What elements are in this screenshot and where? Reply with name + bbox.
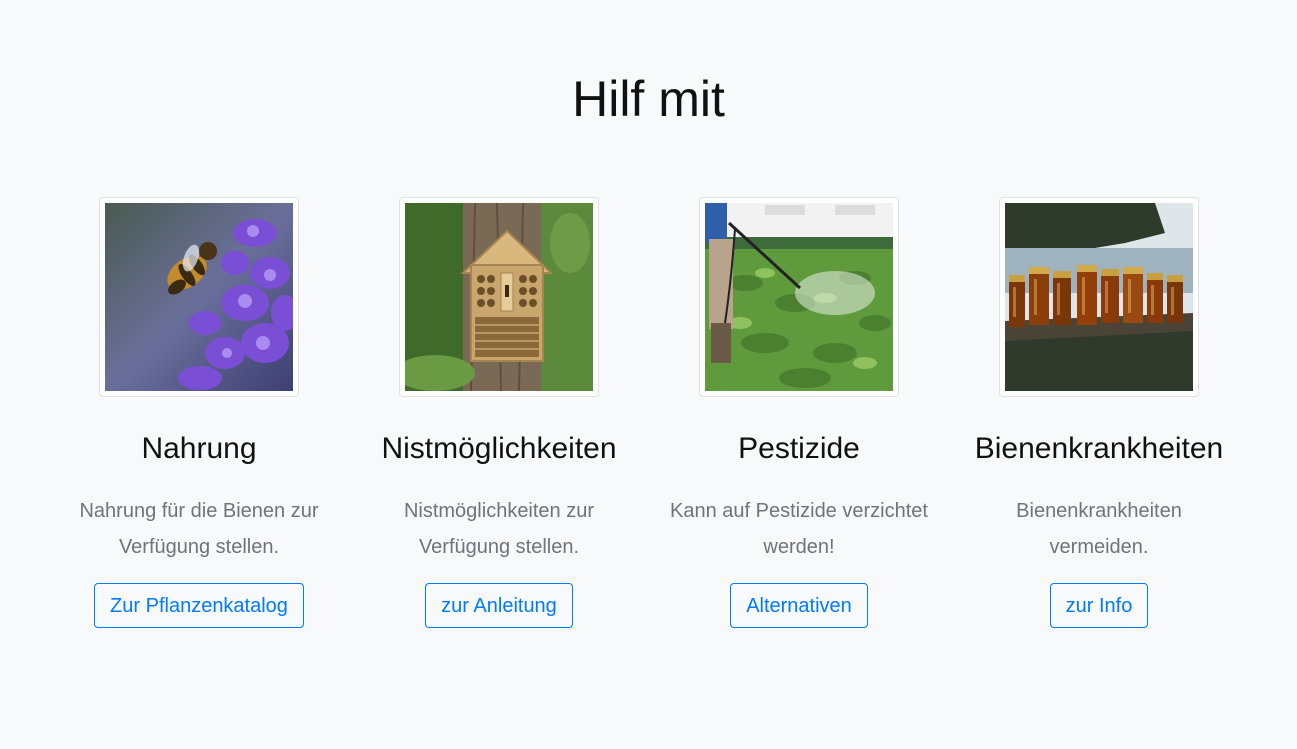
honey-jars-image xyxy=(999,197,1199,397)
pesticide-spraying-image xyxy=(699,197,899,397)
card-text: Nahrung für die Bienen zur Verfügung ste… xyxy=(79,500,319,558)
card-text: Nistmöglichkeiten zur Verfügung stellen. xyxy=(403,500,595,558)
alternatives-button[interactable]: Alternativen xyxy=(730,583,868,628)
card-nistmoeglichkeiten: Nistmöglichkeiten Nistmöglichkeiten zur … xyxy=(349,197,649,628)
card-title: Nistmöglichkeiten xyxy=(381,432,617,465)
page-title: Hilf mit xyxy=(572,71,725,127)
help-section: Hilf mit Nahrung Nahrung für die Bienen … xyxy=(0,0,1297,749)
insect-hotel-image xyxy=(399,197,599,397)
card-text: Kann auf Pestizide verzichtet werden! xyxy=(670,500,928,558)
card-title: Nahrung xyxy=(141,432,257,465)
card-bienenkrankheiten: Bienenkrankheiten Bienenkrankheiten verm… xyxy=(949,197,1249,628)
card-text: Bienenkrankheiten vermeiden. xyxy=(1016,500,1182,558)
instructions-button[interactable]: zur Anleitung xyxy=(425,583,573,628)
card-nahrung: Nahrung Nahrung für die Bienen zur Verfü… xyxy=(49,197,349,628)
card-pestizide: Pestizide Kann auf Pestizide verzichtet … xyxy=(649,197,949,628)
info-button[interactable]: zur Info xyxy=(1049,583,1149,628)
card-title: Bienenkrankheiten xyxy=(974,432,1224,465)
bee-on-lavender-image xyxy=(99,197,299,397)
plant-catalog-button[interactable]: Zur Pflanzenkatalog xyxy=(94,583,304,628)
card-title: Pestizide xyxy=(738,432,860,465)
